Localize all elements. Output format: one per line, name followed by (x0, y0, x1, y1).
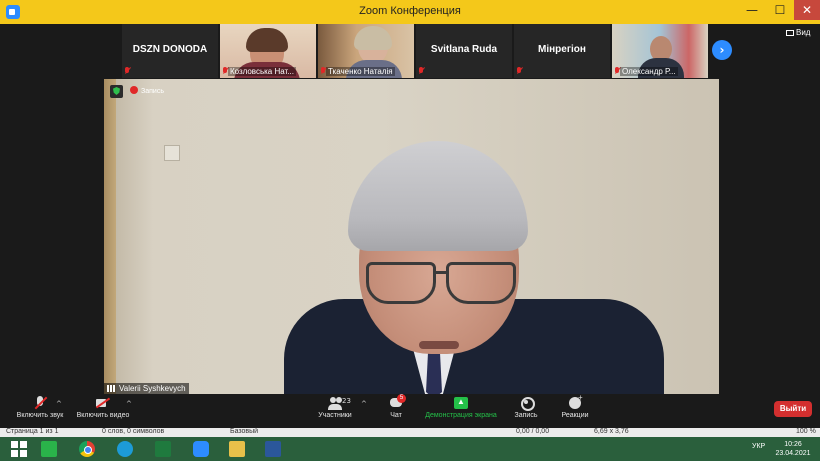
camera-off-icon (95, 396, 111, 410)
participant-name: Svitlana Ruda (430, 44, 498, 55)
clock-date: 23.04.2021 (775, 450, 811, 457)
glasses-right (446, 262, 516, 304)
participant-name: Ткаченко Наталія (326, 67, 395, 76)
window-titlebar: Zoom Конференция — ☐ ✕ (0, 0, 820, 24)
next-page-button[interactable]: › (712, 40, 732, 60)
participant-tile[interactable]: Svitlana Ruda (416, 24, 512, 78)
participant-name: DSZN DONODA (132, 44, 208, 55)
zoom-taskbar-button[interactable] (186, 439, 216, 459)
word-icon (265, 441, 281, 457)
view-label: Вид (796, 28, 811, 37)
participants-label: Участники (318, 412, 352, 419)
share-screen-button[interactable]: Демонстрация экрана (420, 396, 502, 426)
participant-name: Козловська Нат... (228, 67, 296, 76)
mic-muted-icon (516, 67, 522, 75)
minimize-button[interactable]: — (738, 0, 766, 20)
explorer-taskbar-button[interactable] (222, 439, 252, 459)
recording-dot-icon (130, 86, 138, 94)
share-screen-label: Демонстрация экрана (425, 412, 497, 419)
participants-options-caret[interactable]: ^ (361, 400, 367, 408)
active-speaker-video: Запись Valerii Syshkevych (104, 79, 719, 394)
excel-icon (155, 441, 171, 457)
reactions-icon (567, 393, 583, 410)
participant-tile[interactable]: Олександр Р... (612, 24, 708, 78)
signal-strength-icon (107, 385, 117, 392)
meeting-area: DSZN DONODA Козловська Нат... Ткаченко Н… (4, 24, 816, 428)
speaker-name: Valerii Syshkevych (119, 384, 186, 393)
recording-label: Запись (141, 88, 164, 95)
store-icon (41, 441, 57, 457)
browser-icon (117, 441, 133, 457)
chat-label: Чат (390, 412, 402, 419)
reactions-label: Реакции (561, 412, 589, 419)
window-title: Zoom Конференция (359, 5, 461, 17)
microphone-muted-icon (32, 396, 48, 410)
browser-taskbar-button[interactable] (110, 439, 140, 459)
windows-taskbar: УКР 10:26 23.04.2021 (0, 437, 820, 461)
participant-tile[interactable]: Козловська Нат... (220, 24, 316, 78)
gallery-view-icon (786, 30, 794, 36)
reactions-button[interactable]: Реакции (556, 393, 594, 426)
word-taskbar-button[interactable] (258, 439, 288, 459)
clock-time: 10:26 (784, 441, 802, 448)
maximize-button[interactable]: ☐ (766, 0, 794, 20)
store-taskbar-button[interactable] (34, 439, 64, 459)
chat-button[interactable]: 5 Чат (378, 394, 414, 426)
meeting-toolbar: Включить звук ^ Включить видео ^ Участни… (4, 393, 816, 428)
word-style[interactable]: Базовый (230, 428, 258, 435)
door-frame (104, 79, 116, 394)
share-screen-icon (453, 396, 469, 410)
record-icon (518, 396, 535, 411)
windows-logo-icon (11, 441, 27, 457)
start-video-label: Включить видео (76, 412, 130, 419)
participant-name: Мінрегіон (538, 44, 586, 55)
record-button[interactable]: Запись (510, 396, 542, 426)
folder-icon (229, 441, 245, 457)
word-status-bar: Страница 1 из 1 0 слов, 0 символов Базов… (0, 428, 820, 437)
start-button[interactable] (4, 439, 34, 459)
participant-tile[interactable]: Ткаченко Наталія (318, 24, 414, 78)
chrome-taskbar-button[interactable] (72, 439, 102, 459)
recording-indicator: Запись (130, 86, 164, 95)
system-clock[interactable]: 10:26 23.04.2021 (770, 440, 816, 458)
audio-options-caret[interactable]: ^ (56, 400, 62, 408)
word-page-indicator[interactable]: Страница 1 из 1 (6, 428, 58, 435)
chat-unread-badge: 5 (397, 394, 406, 403)
speaker-name-label: Valerii Syshkevych (104, 383, 189, 394)
word-count[interactable]: 0 слов, 0 символов (102, 428, 164, 435)
participants-button[interactable]: Участники (310, 396, 360, 426)
mic-muted-icon (418, 67, 424, 75)
zoom-icon (193, 441, 209, 457)
security-shield-icon[interactable] (110, 85, 123, 98)
word-size: 6,69 x 3,76 (594, 428, 629, 435)
word-position: 0,00 / 0,00 (516, 428, 550, 435)
participant-tile[interactable]: DSZN DONODA (122, 24, 218, 78)
participant-tile[interactable]: Мінрегіон (514, 24, 610, 78)
language-indicator[interactable]: УКР (752, 443, 765, 450)
excel-taskbar-button[interactable] (148, 439, 178, 459)
view-button[interactable]: Вид (786, 28, 810, 37)
participants-count: 23 (342, 397, 351, 405)
participants-icon (327, 396, 343, 410)
start-video-button[interactable]: Включить видео (72, 396, 134, 426)
unmute-label: Включить звук (16, 412, 64, 419)
light-switch (164, 145, 180, 161)
word-zoom-level[interactable]: 100 % (796, 428, 816, 435)
mic-muted-icon (124, 67, 130, 75)
glasses-bridge (434, 271, 448, 274)
chat-icon: 5 (388, 394, 406, 410)
chrome-icon (79, 441, 95, 457)
participant-name: Олександр Р... (620, 67, 678, 76)
speaker-mouth (419, 341, 459, 349)
glasses-left (366, 262, 436, 304)
video-options-caret[interactable]: ^ (126, 400, 132, 408)
record-label: Запись (514, 412, 538, 419)
close-button[interactable]: ✕ (794, 0, 820, 20)
leave-meeting-button[interactable]: Выйти (774, 401, 812, 417)
